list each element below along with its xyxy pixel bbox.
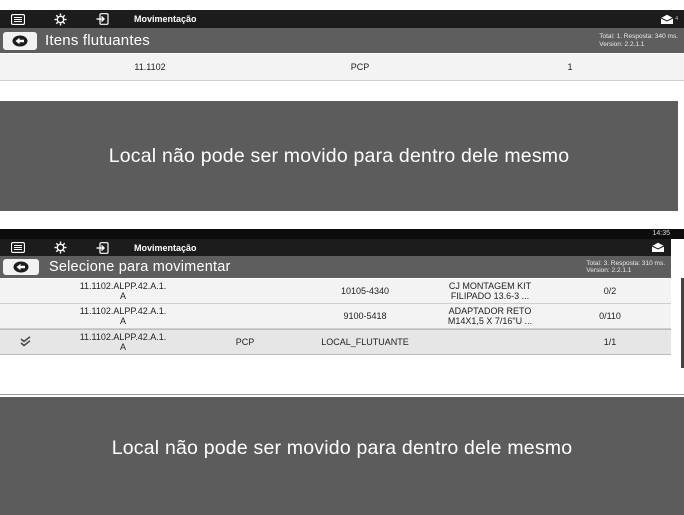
toast-message: Local não pode ser movido para dentro de… [111,436,573,459]
store-code: PCP [235,337,255,347]
inbox-icon[interactable] [651,242,665,253]
item-code: 9100-5418 [343,311,387,321]
item-code: 10105-4340 [340,286,390,296]
status-time: 14:35 [652,230,670,237]
response-info: Total: 1. Resposta: 340 ms. Version: 2.2… [599,33,678,48]
toast-message: Local não pode ser movido para dentro de… [108,144,570,167]
move-enter-icon[interactable] [84,241,120,254]
quantity: 1 [567,62,573,72]
app-title: Movimentação [134,14,197,24]
gear-icon[interactable] [42,241,78,254]
error-toast: Local não pode ser movido para dentro de… [0,101,678,211]
quantity: 1/1 [603,337,617,347]
screen-header: Selecione para movimentar Total: 3. Resp… [0,256,671,278]
location-code: 11.1102.ALPP.42.A.1. A [79,281,167,301]
gear-icon[interactable] [42,13,78,26]
table-row[interactable]: 11.1102.ALPP.42.A.1. A 10105-4340 CJ MON… [0,279,671,304]
item-description: CJ MONTAGEM KIT FILIPADO 13.6-3 ... [448,281,532,301]
location-code: 11.1102.ALPP.42.A.1. A [79,306,167,326]
top-action-bar: Movimentação 4 [0,10,684,28]
response-info: Total: 3. Resposta: 310 ms. Version: 2.2… [586,260,665,275]
table-row-selected[interactable]: 11.1102.ALPP.42.A.1. A PCP LOCAL_FLUTUAN… [0,329,671,355]
total-response: Total: 1. Resposta: 340 ms. [599,33,678,40]
total-response: Total: 3. Resposta: 310 ms. [586,259,665,267]
location-code: 11.1102 [134,62,166,72]
error-toast: Local não pode ser movido para dentro de… [0,397,684,515]
location-code: 11.1102.ALPP.42.A.1. A [79,332,167,352]
page-title: Selecione para movimentar [49,259,231,275]
double-check-icon [20,336,32,349]
quantity: 0/110 [599,311,621,321]
inbox-icon[interactable]: 4 [660,14,678,25]
list-item[interactable]: 11.1102 PCP 1 [0,54,684,81]
move-enter-icon[interactable] [84,13,120,25]
quantity: 0/2 [603,286,617,296]
page-title: Itens flutuantes [45,32,150,49]
item-description: ADAPTADOR RETO M14X1,5 X 7/16"U ... [447,306,533,326]
screen-header: Itens flutuantes Total: 1. Resposta: 340… [0,28,684,53]
app-version: Version: 2.2.1.1 [586,267,632,274]
inbox-badge: 4 [675,16,678,22]
divider [0,394,684,395]
app-title: Movimentação [134,242,197,253]
item-code: LOCAL_FLUTUANTE [321,337,409,347]
table-row[interactable]: 11.1102.ALPP.42.A.1. A 9100-5418 ADAPTAD… [0,304,671,329]
menu-icon[interactable] [0,13,36,25]
back-button[interactable] [3,31,37,50]
menu-icon[interactable] [0,242,36,253]
app-version: Version: 2.2.1.1 [599,40,645,48]
store-code: PCP [350,62,370,72]
back-button[interactable] [3,259,39,275]
top-action-bar: Movimentação [0,239,671,256]
status-bar: 14:35 [0,229,684,239]
